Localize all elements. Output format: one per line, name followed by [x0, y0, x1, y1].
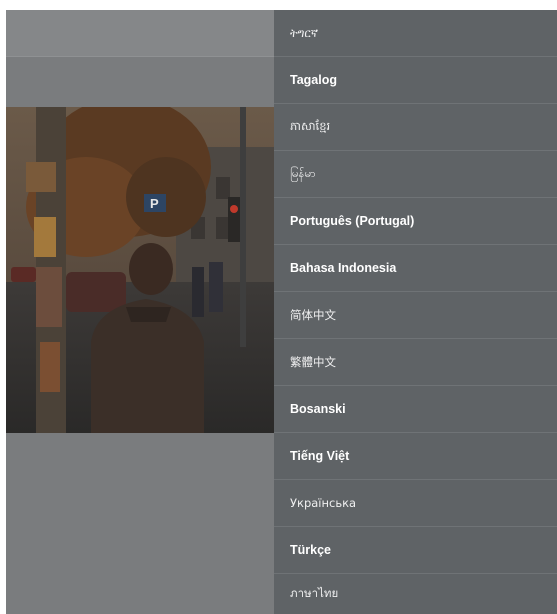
language-option-traditional-chinese[interactable]: 繁體中文	[274, 339, 557, 385]
street-photo: P	[6, 107, 274, 433]
language-option-vietnamese[interactable]: Tiếng Việt	[274, 433, 557, 479]
language-label: Tiếng Việt	[290, 449, 350, 463]
language-label: Bosanski	[290, 402, 346, 416]
language-option-thai[interactable]: ภาษาไทย	[274, 574, 557, 614]
language-label: Türkçe	[290, 543, 331, 557]
language-option-bahasa-indonesia[interactable]: Bahasa Indonesia	[274, 245, 557, 291]
language-label: Bahasa Indonesia	[290, 261, 397, 275]
language-option-turkish[interactable]: Türkçe	[274, 527, 557, 573]
language-option-khmer[interactable]: ភាសាខ្មែរ	[274, 104, 557, 150]
language-label: မြန်မာ	[290, 165, 316, 180]
language-label: Tagalog	[290, 73, 337, 87]
language-label: ភាសាខ្មែរ	[290, 118, 331, 133]
language-label: Português (Portugal)	[290, 214, 415, 228]
language-label: ትግርኛ	[290, 25, 319, 40]
language-option-simplified-chinese[interactable]: 简体中文	[274, 292, 557, 338]
language-option-tagalog[interactable]: Tagalog	[274, 57, 557, 103]
language-option-portuguese-portugal[interactable]: Português (Portugal)	[274, 198, 557, 244]
language-label: 繁體中文	[290, 355, 336, 369]
language-option-ukrainian[interactable]: Українська	[274, 480, 557, 526]
dimmed-page-background[interactable]: P ትግርኛ Tagalog ភាសាខ្មែរ မြန်မာ Portuguê…	[6, 10, 557, 614]
language-label: Українська	[290, 496, 357, 510]
language-label: ภาษาไทย	[290, 586, 339, 600]
language-option-bosanski[interactable]: Bosanski	[274, 386, 557, 432]
page-header	[6, 10, 274, 56]
language-option-burmese[interactable]: မြန်မာ	[274, 151, 557, 197]
language-label: 简体中文	[290, 308, 336, 322]
language-option-tigrinya[interactable]: ትግርኛ	[274, 10, 557, 56]
svg-text:P: P	[150, 196, 159, 211]
language-menu: ትግርኛ Tagalog ភាសាខ្មែរ မြန်မာ Português …	[274, 10, 557, 614]
header-divider	[6, 56, 274, 57]
